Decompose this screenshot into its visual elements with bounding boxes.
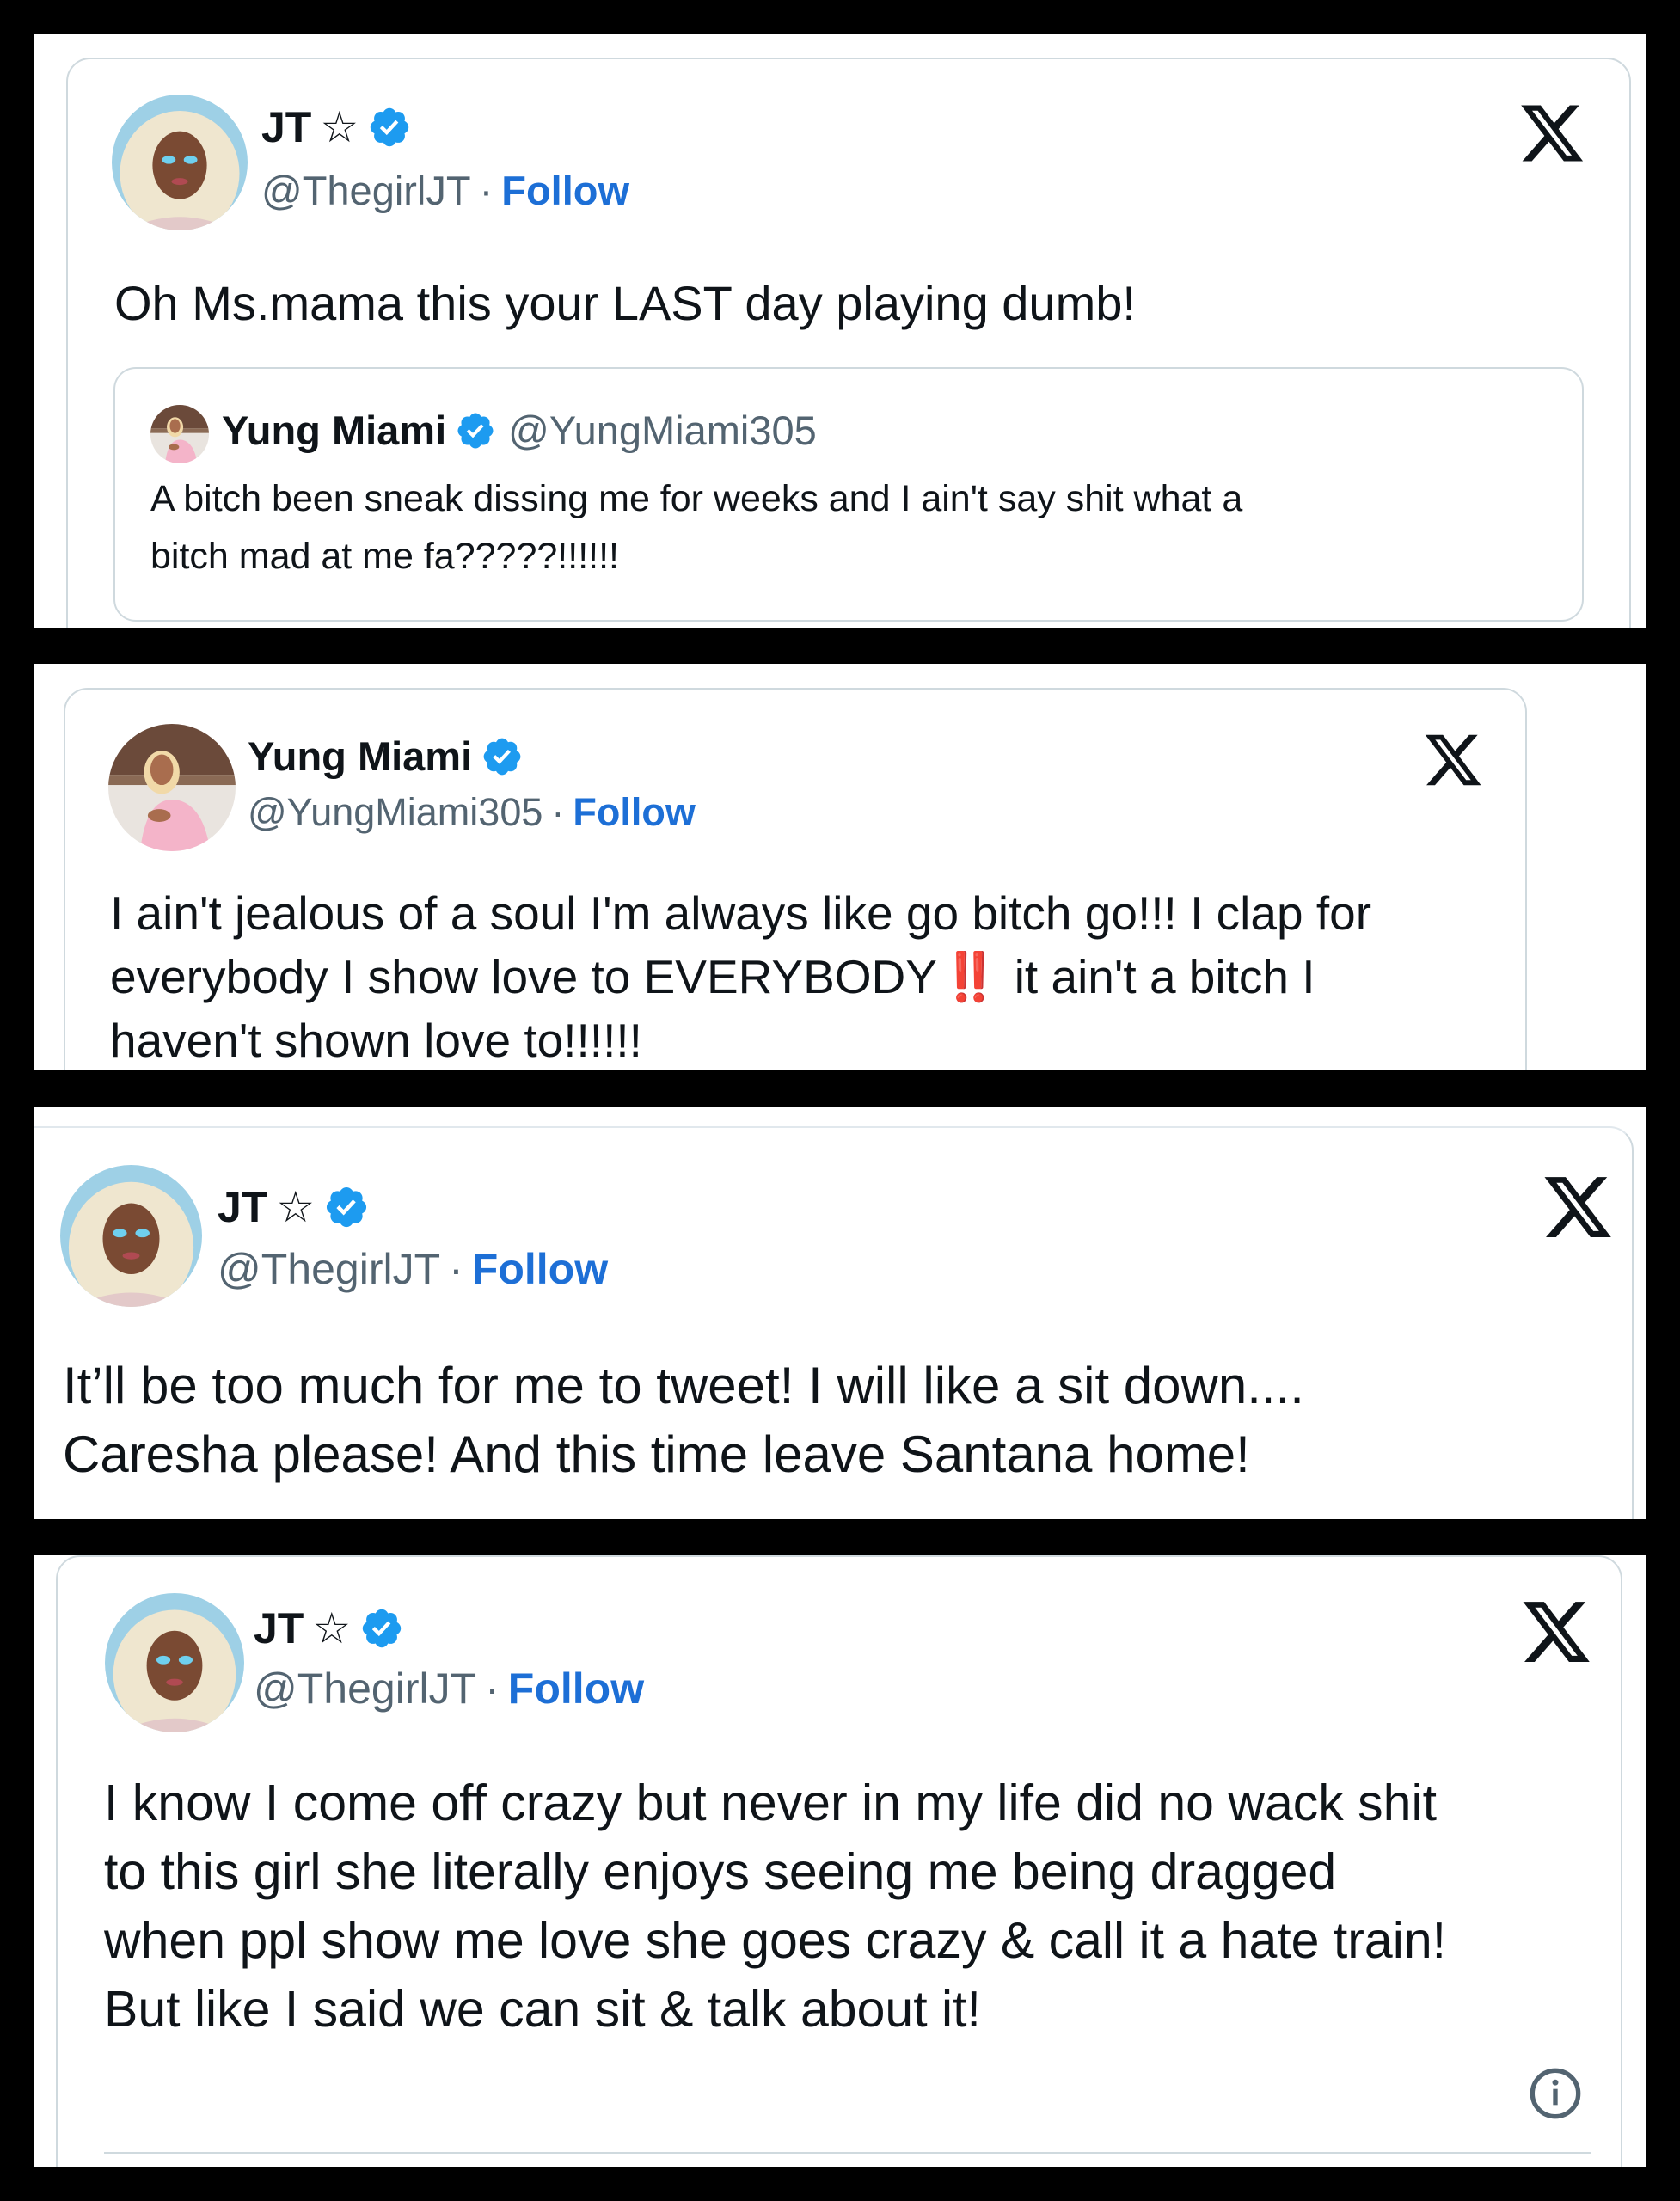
avatar[interactable] — [60, 1165, 202, 1307]
handle-line: @ThegirlJT · Follow — [218, 1244, 608, 1294]
star-icon: ☆ — [276, 1183, 316, 1231]
verified-badge-icon — [455, 410, 496, 451]
tweet-text: Oh Ms.mama this your LAST day playing du… — [114, 276, 1136, 330]
quote-handle: @YungMiami305 — [508, 408, 817, 453]
author-name[interactable]: JT ☆ — [254, 1603, 404, 1653]
follow-button[interactable]: Follow — [508, 1665, 644, 1713]
handle[interactable]: @ThegirlJT — [218, 1245, 440, 1293]
x-logo-icon[interactable] — [1518, 99, 1586, 168]
follow-button[interactable]: Follow — [472, 1245, 608, 1293]
author-name-text: JT — [254, 1604, 304, 1652]
double-exclamation-emoji: ‼️ — [940, 950, 1000, 1003]
divider — [104, 2152, 1591, 2154]
x-logo-icon[interactable] — [1541, 1170, 1615, 1244]
panel-1: JT ☆ @ThegirlJT · Follow Oh Ms.mama this y… — [34, 34, 1646, 628]
handle-line: @ThegirlJT · Follow — [254, 1664, 644, 1714]
handle-line: @YungMiami305 · Follow — [248, 790, 696, 835]
separator: · — [551, 790, 565, 834]
tweet-card: Yung Miami @YungMiami305 · Follow I ain't … — [64, 688, 1527, 1070]
tweet-card: JT ☆ @ThegirlJT · Follow I know I come off… — [56, 1555, 1622, 2167]
separator: · — [485, 1665, 500, 1713]
avatar[interactable] — [105, 1593, 244, 1732]
author-name-text: JT — [261, 103, 312, 151]
tweet-text: I know I come off crazy but never in my … — [104, 1775, 1447, 2038]
author-name[interactable]: Yung Miami — [248, 733, 524, 780]
verified-badge-icon — [359, 1606, 404, 1651]
handle-line: @ThegirlJT · Follow — [261, 167, 629, 214]
quote-author-name: Yung Miami @YungMiami305 — [222, 407, 817, 454]
author-name-text: JT — [218, 1183, 268, 1231]
verified-badge-icon — [481, 735, 524, 778]
author-name-text: Yung Miami — [248, 733, 473, 779]
verified-badge-icon — [367, 105, 412, 150]
tweet-card: JT ☆ @ThegirlJT · Follow Oh Ms.mama this y… — [66, 58, 1631, 628]
separator: · — [479, 168, 494, 213]
info-icon[interactable] — [1528, 2066, 1583, 2121]
x-logo-icon[interactable] — [1422, 729, 1484, 791]
follow-button[interactable]: Follow — [501, 168, 629, 213]
x-logo-icon[interactable] — [1519, 1595, 1593, 1669]
handle[interactable]: @ThegirlJT — [254, 1665, 476, 1713]
quote-text: A bitch been sneak dissing me for weeks … — [150, 478, 1243, 577]
quote-avatar — [150, 405, 209, 463]
tweet-text: It’ll be too much for me to tweet! I wil… — [63, 1357, 1304, 1483]
separator: · — [449, 1245, 463, 1293]
handle[interactable]: @ThegirlJT — [261, 168, 471, 213]
star-icon: ☆ — [312, 1604, 352, 1652]
avatar[interactable] — [112, 95, 248, 230]
panel-2: Yung Miami @YungMiami305 · Follow I ain't … — [34, 664, 1646, 1070]
tweet-text: I ain't jealous of a soul I'm always lik… — [110, 881, 1371, 1070]
handle[interactable]: @YungMiami305 — [248, 790, 543, 834]
panel-4: JT ☆ @ThegirlJT · Follow I know I come off… — [34, 1555, 1646, 2167]
quoted-tweet[interactable]: Yung Miami @YungMiami305 A bitch been sn… — [113, 367, 1584, 622]
follow-button[interactable]: Follow — [573, 790, 695, 834]
verified-badge-icon — [323, 1184, 370, 1230]
star-icon: ☆ — [320, 103, 359, 151]
avatar[interactable] — [108, 724, 236, 851]
quote-author-name-text: Yung Miami — [222, 408, 447, 453]
panel-3: JT ☆ @ThegirlJT · Follow It’ll be too much… — [34, 1107, 1646, 1519]
author-name[interactable]: JT ☆ — [218, 1182, 370, 1232]
author-name[interactable]: JT ☆ — [261, 102, 412, 152]
